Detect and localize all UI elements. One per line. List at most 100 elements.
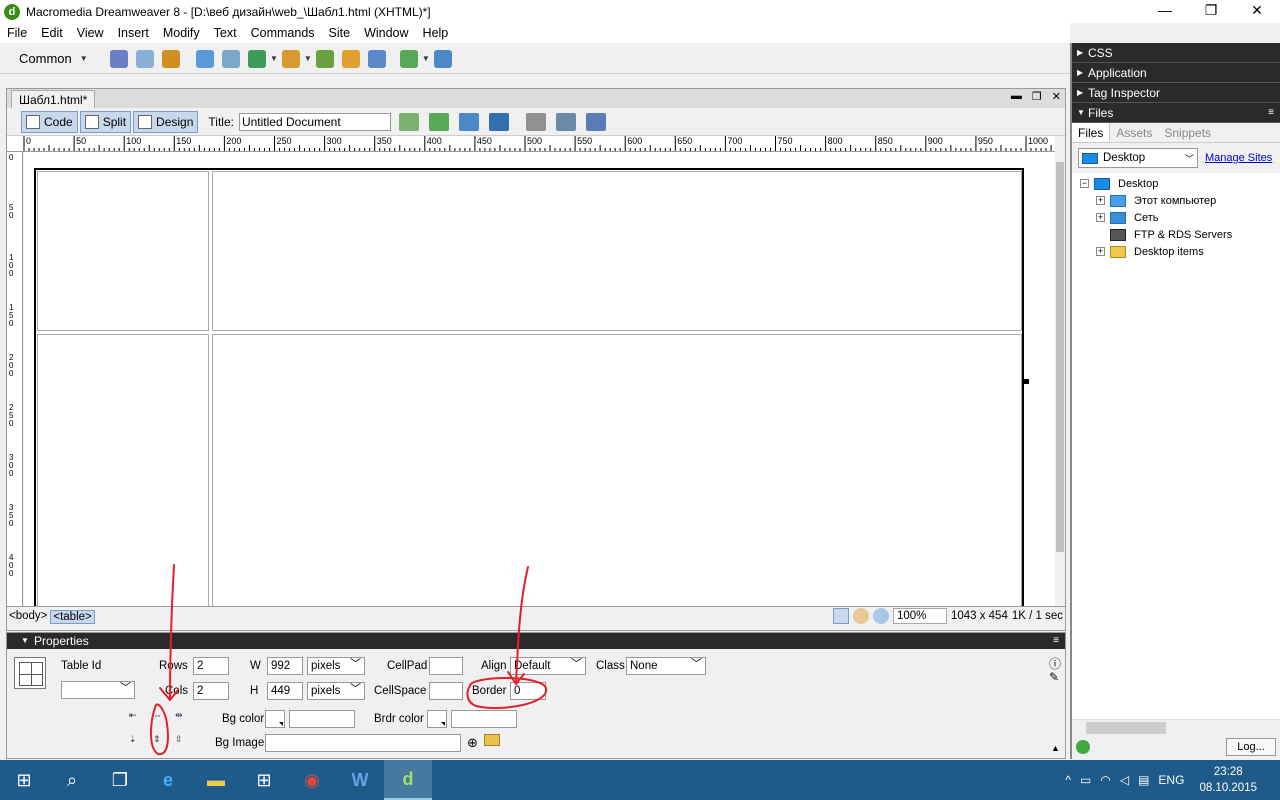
window-size[interactable]: 1043 x 454 — [951, 610, 1008, 622]
tab-files[interactable]: Files — [1072, 123, 1111, 142]
menu-site[interactable]: Site — [322, 26, 358, 40]
file-explorer-icon[interactable]: ▬ — [192, 760, 240, 800]
tab-snippets[interactable]: Snippets — [1158, 123, 1217, 142]
properties-header[interactable]: Properties ≡ — [7, 633, 1065, 649]
check-browser-icon[interactable] — [398, 112, 419, 131]
application-panel-header[interactable]: Application — [1072, 63, 1280, 83]
word-icon[interactable]: W — [336, 760, 384, 800]
head-icon[interactable] — [367, 49, 386, 68]
manage-sites-link[interactable]: Manage Sites — [1205, 152, 1272, 164]
menu-modify[interactable]: Modify — [156, 26, 207, 40]
task-view-icon[interactable]: ❐ — [96, 760, 144, 800]
start-button[interactable]: ⊞ — [0, 760, 48, 800]
table-id-select[interactable] — [61, 680, 135, 699]
bg-color-input[interactable] — [289, 710, 355, 728]
view-options-icon[interactable] — [555, 112, 576, 131]
tag-body[interactable]: <body> — [9, 610, 47, 624]
scroll-thumb[interactable] — [1056, 162, 1064, 552]
border-color-swatch[interactable] — [427, 710, 447, 728]
clear-column-widths-icon[interactable]: ⇤ — [129, 710, 145, 724]
width-unit-select[interactable]: pixels — [307, 656, 365, 675]
files-options-icon[interactable]: ≡ — [1268, 103, 1274, 123]
hyperlink-icon[interactable] — [110, 49, 128, 68]
panel-options-icon[interactable]: ≡ — [1053, 633, 1059, 649]
cellpad-input[interactable] — [429, 657, 463, 675]
resize-handle[interactable] — [1024, 379, 1029, 384]
log-button[interactable]: Log... — [1226, 738, 1276, 756]
doc-restore-icon[interactable]: ❐ — [1032, 90, 1042, 103]
class-select[interactable]: None — [626, 656, 706, 675]
notifications-icon[interactable]: ▤ — [1138, 773, 1149, 787]
menu-commands[interactable]: Commands — [244, 26, 322, 40]
pointer-tool-icon[interactable] — [832, 608, 849, 624]
tree-item-network[interactable]: + Сеть — [1072, 209, 1280, 226]
table-cell[interactable] — [37, 334, 209, 606]
code-view-button[interactable]: Code — [21, 110, 78, 133]
tab-assets[interactable]: Assets — [1110, 123, 1158, 142]
visual-aids-icon[interactable] — [585, 112, 606, 131]
chrome-icon[interactable]: ◉ — [288, 760, 336, 800]
point-to-file-icon[interactable]: ⊕ — [467, 735, 478, 751]
scroll-thumb[interactable] — [1086, 722, 1166, 734]
document-tab[interactable]: Шабл1.html* — [11, 90, 96, 108]
images-dropdown-icon[interactable]: ▼ — [270, 54, 278, 63]
dreamweaver-taskbar-icon[interactable]: d — [384, 760, 432, 800]
media-dropdown-icon[interactable]: ▼ — [304, 54, 312, 63]
tree-item-ftp[interactable]: FTP & RDS Servers — [1072, 226, 1280, 243]
tree-item-desktop[interactable]: − Desktop — [1072, 175, 1280, 192]
zoom-select[interactable]: 100% — [892, 608, 947, 624]
chevron-up-icon[interactable]: ^ — [1065, 773, 1071, 787]
collapse-icon[interactable]: − — [1080, 179, 1089, 188]
search-icon[interactable]: ⌕ — [48, 760, 96, 800]
convert-widths-percent-icon[interactable]: ⇹ — [175, 710, 191, 724]
minimize-button[interactable]: — — [1142, 0, 1188, 23]
border-input[interactable]: 0 — [510, 682, 546, 700]
clock[interactable]: 23:28 08.10.2015 — [1199, 764, 1257, 796]
convert-heights-percent-icon[interactable]: ⇳ — [175, 734, 191, 748]
quick-tag-editor-icon[interactable]: ✎ — [1049, 670, 1059, 684]
close-button[interactable]: ✕ — [1234, 0, 1280, 23]
tree-item-desktop-items[interactable]: + Desktop items — [1072, 243, 1280, 260]
file-management-icon[interactable] — [458, 112, 479, 131]
menu-help[interactable]: Help — [416, 26, 456, 40]
battery-icon[interactable]: ▭ — [1080, 773, 1091, 787]
rows-input[interactable]: 2 — [193, 657, 229, 675]
tree-item-computer[interactable]: + Этот компьютер — [1072, 192, 1280, 209]
canvas-vertical-scrollbar[interactable] — [1055, 152, 1065, 606]
convert-heights-pixels-icon[interactable]: ⇕ — [153, 734, 169, 748]
browse-folder-icon[interactable] — [484, 734, 500, 746]
restore-button[interactable]: ❐ — [1188, 0, 1234, 23]
menu-view[interactable]: View — [70, 26, 111, 40]
volume-icon[interactable]: ◁ — [1120, 773, 1129, 787]
design-view-button[interactable]: Design — [133, 110, 199, 133]
bg-image-input[interactable] — [265, 734, 461, 752]
tag-inspector-panel-header[interactable]: Tag Inspector — [1072, 83, 1280, 103]
comment-icon[interactable] — [341, 49, 360, 68]
images-icon[interactable] — [248, 49, 266, 68]
height-unit-select[interactable]: pixels — [307, 681, 365, 700]
edge-browser-icon[interactable]: e — [144, 760, 192, 800]
table-icon[interactable] — [196, 49, 214, 68]
date-icon[interactable] — [315, 49, 334, 68]
language-indicator[interactable]: ENG — [1158, 773, 1184, 787]
menu-insert[interactable]: Insert — [111, 26, 156, 40]
site-select[interactable]: Desktop ﹀ — [1078, 148, 1198, 168]
files-horizontal-scrollbar[interactable] — [1072, 719, 1280, 735]
hand-tool-icon[interactable] — [852, 608, 869, 624]
insert-category-select[interactable]: Common ▼ — [0, 51, 96, 66]
menu-window[interactable]: Window — [357, 26, 415, 40]
media-icon[interactable] — [281, 49, 300, 68]
convert-widths-pixels-icon[interactable]: ⇔ — [153, 710, 169, 724]
split-view-button[interactable]: Split — [79, 110, 132, 133]
design-canvas[interactable] — [24, 152, 1055, 606]
named-anchor-icon[interactable] — [162, 49, 180, 68]
menu-text[interactable]: Text — [207, 26, 244, 40]
document-title-input[interactable]: Untitled Document — [238, 112, 391, 131]
templates-icon[interactable] — [399, 49, 418, 68]
wifi-icon[interactable]: ◠ — [1100, 773, 1110, 787]
collapse-panel-icon[interactable]: ▲ — [1051, 743, 1060, 753]
border-color-input[interactable] — [451, 710, 517, 728]
align-select[interactable]: Default — [510, 656, 586, 675]
table-cell[interactable] — [212, 171, 1022, 331]
menu-edit[interactable]: Edit — [34, 26, 70, 40]
